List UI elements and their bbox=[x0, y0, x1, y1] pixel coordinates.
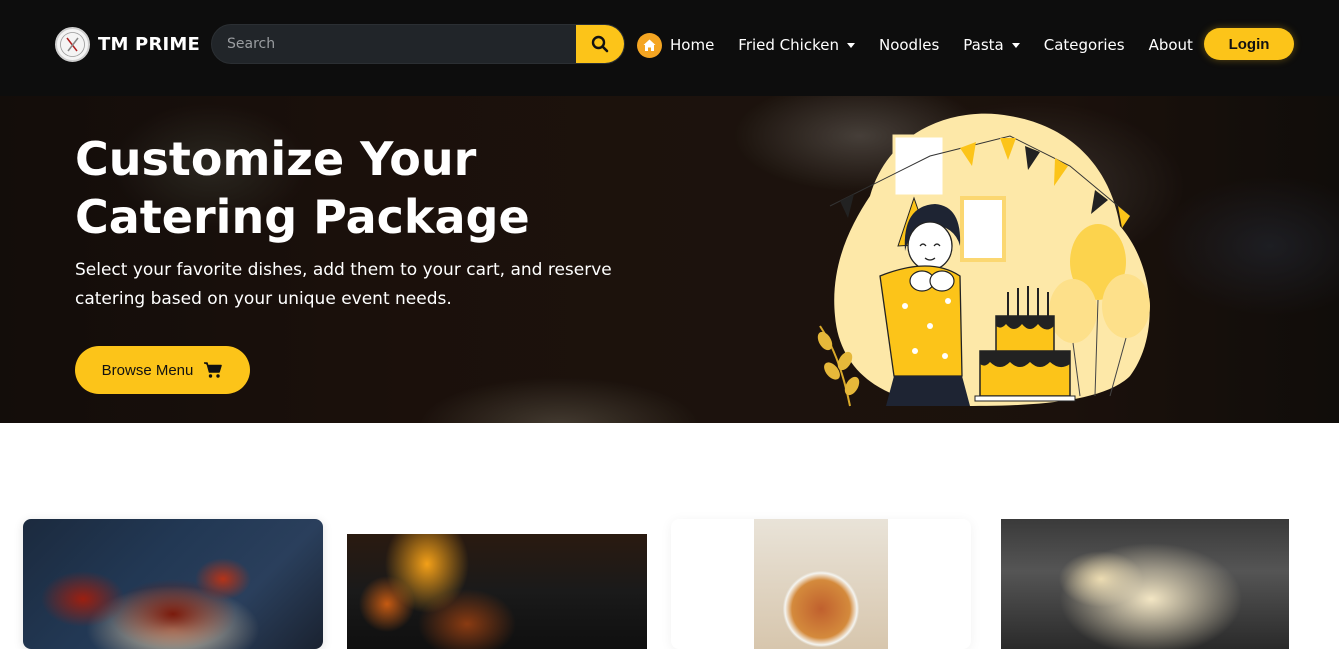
search-input[interactable] bbox=[212, 25, 578, 63]
brand-name: TM PRIME bbox=[98, 34, 201, 55]
creamy-fettuccine-pasta-photo bbox=[1001, 519, 1289, 649]
nav-home[interactable]: Home bbox=[670, 36, 714, 54]
login-button[interactable]: Login bbox=[1204, 28, 1294, 60]
dish-card[interactable] bbox=[1001, 519, 1289, 649]
chevron-down-icon bbox=[1011, 43, 1020, 48]
main-nav: Home Fried Chicken Noodles Pasta Categor… bbox=[637, 32, 1217, 58]
hero-title: Customize Your Catering Package bbox=[75, 132, 530, 244]
nav-about-label: About bbox=[1148, 36, 1193, 54]
nav-about[interactable]: About bbox=[1149, 36, 1193, 54]
browse-menu-button[interactable]: Browse Menu bbox=[75, 346, 250, 394]
dish-card[interactable] bbox=[671, 519, 971, 649]
dish-card[interactable] bbox=[347, 534, 647, 649]
search-bar bbox=[211, 24, 625, 64]
chevron-down-icon bbox=[846, 43, 855, 48]
home-icon[interactable] bbox=[637, 32, 662, 58]
featured-dishes bbox=[0, 423, 1339, 649]
dish-card[interactable] bbox=[23, 519, 323, 649]
nav-pasta[interactable]: Pasta bbox=[963, 36, 1020, 54]
tm-prime-logo bbox=[55, 27, 90, 62]
nav-categories-label: Categories bbox=[1043, 36, 1125, 54]
nav-categories[interactable]: Categories bbox=[1044, 36, 1125, 54]
nav-fried-chicken-label: Fried Chicken bbox=[738, 36, 839, 54]
browse-menu-label: Browse Menu bbox=[101, 361, 194, 379]
search-button[interactable] bbox=[576, 25, 624, 63]
birthday-celebration-illustration bbox=[817, 113, 1150, 407]
navbar: TM PRIME Home Fried Chicken Noodles Past… bbox=[0, 0, 1339, 96]
stir-fried-noodles-photo bbox=[754, 519, 888, 649]
nav-fried-chicken[interactable]: Fried Chicken bbox=[738, 36, 855, 54]
nav-pasta-label: Pasta bbox=[963, 36, 1004, 54]
spicy-chicken-dish-photo bbox=[23, 519, 323, 649]
hero-banner: Customize Your Catering Package Select y… bbox=[0, 96, 1339, 423]
hero-subtitle: Select your favorite dishes, add them to… bbox=[75, 260, 612, 309]
flaming-fried-chicken-photo bbox=[347, 534, 647, 649]
brand[interactable]: TM PRIME bbox=[55, 27, 200, 62]
nav-noodles-label: Noodles bbox=[878, 36, 940, 54]
nav-home-label: Home bbox=[670, 36, 715, 54]
cart-icon bbox=[204, 362, 223, 378]
nav-noodles[interactable]: Noodles bbox=[879, 36, 939, 54]
search-icon bbox=[591, 35, 609, 53]
